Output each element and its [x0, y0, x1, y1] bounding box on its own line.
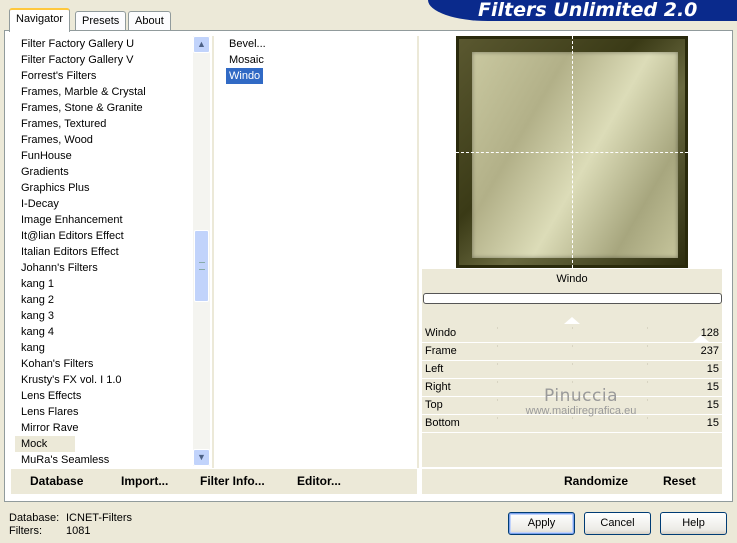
param-label: Right: [425, 381, 451, 393]
category-item[interactable]: Lens Flares: [15, 404, 193, 420]
category-item[interactable]: Mirror Rave: [15, 420, 193, 436]
scroll-thumb[interactable]: [194, 230, 209, 302]
category-item[interactable]: Frames, Marble & Crystal: [15, 84, 193, 100]
category-item[interactable]: Johann's Filters: [15, 260, 193, 276]
category-item[interactable]: Image Enhancement: [15, 212, 193, 228]
param-row-frame[interactable]: Frame 237: [422, 335, 722, 361]
category-item[interactable]: Frames, Wood: [15, 132, 193, 148]
param-value: 15: [706, 381, 719, 393]
category-item[interactable]: kang: [15, 340, 193, 356]
randomize-button[interactable]: Randomize: [564, 474, 628, 488]
list-divider: [212, 36, 214, 468]
category-item[interactable]: Forrest's Filters: [15, 68, 193, 84]
status-info: Database: ICNET-Filters Filters: 1081: [9, 512, 132, 538]
category-item[interactable]: I-Decay: [15, 196, 193, 212]
param-label: Frame: [425, 345, 457, 357]
watermark-url: www.maidiregrafica.eu: [525, 405, 637, 417]
category-item[interactable]: MuRa's Seamless: [15, 452, 193, 466]
apply-button[interactable]: Apply: [508, 512, 575, 535]
param-row-left[interactable]: Left 15: [422, 361, 722, 379]
category-item[interactable]: Italian Editors Effect: [15, 244, 193, 260]
category-item[interactable]: kang 3: [15, 308, 193, 324]
database-value: ICNET-Filters: [66, 512, 132, 524]
slider-pointer-icon[interactable]: [693, 335, 709, 342]
category-item[interactable]: It@lian Editors Effect: [15, 228, 193, 244]
category-item[interactable]: Graphics Plus: [15, 180, 193, 196]
scroll-up-icon[interactable]: ▲: [193, 36, 210, 53]
param-label: Left: [425, 363, 444, 375]
param-row-windo[interactable]: Windo 128: [422, 317, 722, 343]
tab-navigator[interactable]: Navigator: [9, 8, 71, 32]
category-item[interactable]: Mock: [15, 436, 75, 452]
param-value: 15: [706, 417, 719, 429]
param-row-bottom[interactable]: Bottom 15: [422, 415, 722, 433]
tab-about[interactable]: About: [128, 11, 171, 31]
filter-item[interactable]: Mosaic: [226, 52, 267, 68]
list-divider: [417, 36, 419, 468]
category-list[interactable]: Filter Factory Gallery U Filter Factory G…: [15, 36, 193, 466]
help-button[interactable]: Help: [660, 512, 727, 535]
param-value: 15: [706, 399, 719, 411]
watermark: Pinuccia www.maidiregrafica.eu: [506, 386, 656, 417]
scroll-down-icon[interactable]: ▼: [193, 449, 210, 466]
param-value: 237: [700, 345, 719, 357]
category-item[interactable]: Filter Factory Gallery V: [15, 52, 193, 68]
category-item[interactable]: kang 4: [15, 324, 193, 340]
progress-bar: [423, 293, 722, 304]
filter-item[interactable]: Windo: [226, 68, 264, 84]
filter-name-label: Windo: [556, 273, 588, 285]
category-item[interactable]: kang 2: [15, 292, 193, 308]
cancel-button[interactable]: Cancel: [584, 512, 651, 535]
category-item[interactable]: Kohan's Filters: [15, 356, 193, 372]
filter-list[interactable]: Bevel... Mosaic Windo: [226, 36, 416, 84]
param-value: 15: [706, 363, 719, 375]
database-label: Database:: [9, 512, 60, 524]
param-label: Windo: [425, 327, 457, 339]
category-scrollbar[interactable]: ▲ ▼: [193, 36, 210, 466]
app-title-banner: Filters Unlimited 2.0: [428, 0, 737, 21]
preview-crosshair: [456, 152, 688, 153]
category-item[interactable]: Frames, Textured: [15, 116, 193, 132]
category-item[interactable]: Frames, Stone & Granite: [15, 100, 193, 116]
category-item[interactable]: Gradients: [15, 164, 193, 180]
editor-button[interactable]: Editor...: [297, 474, 341, 488]
filter-item[interactable]: Bevel...: [226, 36, 269, 52]
category-item[interactable]: Filter Factory Gallery U: [15, 36, 193, 52]
filter-info-button[interactable]: Filter Info...: [200, 474, 265, 488]
param-label: Bottom: [425, 417, 460, 429]
param-label: Top: [425, 399, 443, 411]
filters-label: Filters:: [9, 525, 42, 537]
category-item[interactable]: Krusty's FX vol. I 1.0: [15, 372, 193, 388]
filters-count: 1081: [66, 525, 91, 537]
category-item[interactable]: kang 1: [15, 276, 193, 292]
slider-pointer-icon[interactable]: [564, 317, 580, 324]
category-item[interactable]: Lens Effects: [15, 388, 193, 404]
import-button[interactable]: Import...: [121, 474, 168, 488]
watermark-name: Pinuccia: [544, 386, 618, 406]
database-button[interactable]: Database: [30, 474, 83, 488]
reset-button[interactable]: Reset: [663, 474, 696, 488]
tab-presets[interactable]: Presets: [75, 11, 127, 31]
category-item[interactable]: FunHouse: [15, 148, 193, 164]
